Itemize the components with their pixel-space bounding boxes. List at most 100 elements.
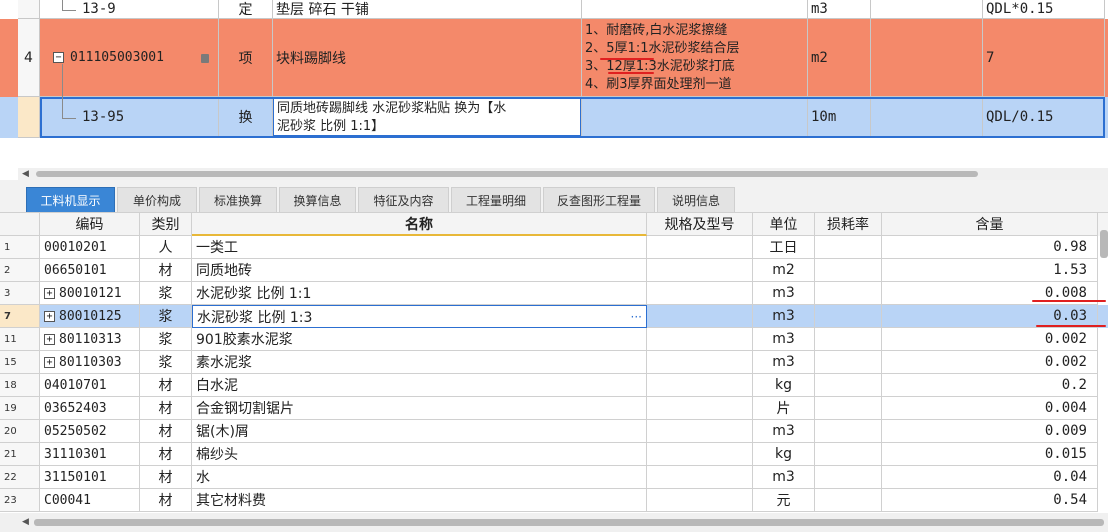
- amount-cell[interactable]: 1.53: [882, 259, 1098, 282]
- code-cell[interactable]: C00041: [40, 489, 140, 512]
- amount-cell[interactable]: 0.009: [882, 420, 1098, 443]
- row-number[interactable]: 15: [0, 351, 40, 374]
- name-cell[interactable]: 901胶素水泥浆: [192, 328, 647, 351]
- upper-horizontal-scrollbar[interactable]: ◀: [18, 168, 1108, 180]
- type-cell[interactable]: 材: [140, 420, 192, 443]
- code-cell[interactable]: +80110303: [40, 351, 140, 374]
- unit-cell[interactable]: 10m: [808, 97, 871, 138]
- blank-cell[interactable]: [871, 0, 983, 19]
- tab-quantity-details[interactable]: 工程量明细: [451, 187, 541, 212]
- loss-cell[interactable]: [815, 420, 882, 443]
- row-number[interactable]: 1: [0, 236, 40, 259]
- header-loss[interactable]: 损耗率: [815, 213, 882, 236]
- type-cell[interactable]: 材: [140, 374, 192, 397]
- expand-icon[interactable]: +: [44, 287, 55, 299]
- code-cell[interactable]: − 011105003001: [40, 19, 219, 97]
- spec-cell[interactable]: [647, 236, 753, 259]
- type-cell[interactable]: 材: [140, 443, 192, 466]
- unit-cell[interactable]: m3: [753, 305, 815, 328]
- name-cell[interactable]: 一类工: [192, 236, 647, 259]
- row-number[interactable]: 21: [0, 443, 40, 466]
- blank-cell[interactable]: [871, 97, 983, 138]
- type-cell[interactable]: 定: [219, 0, 273, 19]
- tab-labor-material[interactable]: 工料机显示: [26, 187, 115, 212]
- table-row[interactable]: 19 03652403 材 合金钢切割锯片 片 0.004: [0, 397, 1108, 420]
- amount-cell[interactable]: 0.98: [882, 236, 1098, 259]
- table-row[interactable]: 2 06650101 材 同质地砖 m2 1.53: [0, 259, 1108, 282]
- amount-cell[interactable]: 0.002: [882, 351, 1098, 374]
- spec-cell[interactable]: [647, 328, 753, 351]
- spec-cell[interactable]: [647, 351, 753, 374]
- unit-cell[interactable]: kg: [753, 374, 815, 397]
- loss-cell[interactable]: [815, 351, 882, 374]
- table-row[interactable]: 1 00010201 人 一类工 工日 0.98: [0, 236, 1108, 259]
- row-number[interactable]: 4: [18, 19, 40, 97]
- loss-cell[interactable]: [815, 466, 882, 489]
- type-cell[interactable]: 人: [140, 236, 192, 259]
- name-cell[interactable]: 块料踢脚线: [273, 19, 582, 97]
- header-code[interactable]: 编码: [40, 213, 140, 236]
- name-cell[interactable]: 锯(木)屑: [192, 420, 647, 443]
- amount-cell[interactable]: 0.002: [882, 328, 1098, 351]
- type-cell[interactable]: 浆: [140, 328, 192, 351]
- tab-standard-conversion[interactable]: 标准换算: [199, 187, 277, 212]
- type-cell[interactable]: 浆: [140, 282, 192, 305]
- tab-features[interactable]: 特征及内容: [358, 187, 449, 212]
- type-cell[interactable]: 浆: [140, 305, 192, 328]
- loss-cell[interactable]: [815, 443, 882, 466]
- spec-cell[interactable]: [647, 443, 753, 466]
- loss-cell[interactable]: [815, 236, 882, 259]
- tab-notes[interactable]: 说明信息: [657, 187, 735, 212]
- spec-cell[interactable]: [647, 282, 753, 305]
- amount-cell[interactable]: 0.015: [882, 443, 1098, 466]
- unit-cell[interactable]: m2: [753, 259, 815, 282]
- tab-reverse-lookup[interactable]: 反查图形工程量: [543, 187, 655, 212]
- scrollbar-thumb[interactable]: [34, 519, 1104, 526]
- spec-cell[interactable]: [647, 374, 753, 397]
- qty-expr-cell[interactable]: QDL/0.15: [983, 97, 1105, 138]
- name-cell[interactable]: 同质地砖踢脚线 水泥砂浆粘贴 换为【水 泥砂浆 比例 1:1】: [273, 97, 582, 138]
- table-row[interactable]: 18 04010701 材 白水泥 kg 0.2: [0, 374, 1108, 397]
- unit-cell[interactable]: 片: [753, 397, 815, 420]
- header-amount[interactable]: 含量: [882, 213, 1098, 236]
- name-cell[interactable]: 水泥砂浆 比例 1:1: [192, 282, 647, 305]
- type-cell[interactable]: 项: [219, 19, 273, 97]
- row-number[interactable]: 2: [0, 259, 40, 282]
- name-editor[interactable]: 同质地砖踢脚线 水泥砂浆粘贴 换为【水 泥砂浆 比例 1:1】: [273, 98, 581, 136]
- feature-cell[interactable]: [582, 97, 808, 138]
- code-cell[interactable]: 31110301: [40, 443, 140, 466]
- vertical-scrollbar-thumb[interactable]: [1100, 230, 1108, 258]
- unit-cell[interactable]: m3: [753, 420, 815, 443]
- table-row-main[interactable]: 4 − 011105003001 项 块料踢脚线 1、耐磨砖,白水泥浆擦缝 2、…: [0, 19, 1108, 97]
- name-cell[interactable]: 水泥砂浆 比例 1:3 ···: [192, 305, 647, 328]
- row-number[interactable]: 23: [0, 489, 40, 512]
- row-number[interactable]: 19: [0, 397, 40, 420]
- scrollbar-thumb[interactable]: [36, 171, 978, 177]
- amount-cell[interactable]: 0.54: [882, 489, 1098, 512]
- table-row[interactable]: 15 +80110303 浆 素水泥浆 m3 0.002: [0, 351, 1108, 374]
- code-cell[interactable]: 03652403: [40, 397, 140, 420]
- unit-cell[interactable]: m3: [753, 351, 815, 374]
- scroll-left-icon[interactable]: ◀: [22, 169, 29, 179]
- qty-expr-cell[interactable]: 7: [983, 19, 1105, 97]
- type-cell[interactable]: 浆: [140, 351, 192, 374]
- code-cell[interactable]: 06650101: [40, 259, 140, 282]
- row-number[interactable]: 20: [0, 420, 40, 443]
- row-number[interactable]: 3: [0, 282, 40, 305]
- blank-cell[interactable]: [871, 19, 983, 97]
- name-cell[interactable]: 合金钢切割锯片: [192, 397, 647, 420]
- more-options-icon[interactable]: ···: [631, 310, 642, 324]
- loss-cell[interactable]: [815, 305, 882, 328]
- name-cell[interactable]: 白水泥: [192, 374, 647, 397]
- table-row[interactable]: 23 C00041 材 其它材料费 元 0.54: [0, 489, 1108, 512]
- name-cell[interactable]: 水: [192, 466, 647, 489]
- code-cell[interactable]: +80110313: [40, 328, 140, 351]
- header-spec[interactable]: 规格及型号: [647, 213, 753, 236]
- feature-cell[interactable]: [582, 0, 808, 19]
- row-number[interactable]: 11: [0, 328, 40, 351]
- row-number[interactable]: 22: [0, 466, 40, 489]
- name-cell[interactable]: 同质地砖: [192, 259, 647, 282]
- unit-cell[interactable]: m2: [808, 19, 871, 97]
- name-cell[interactable]: 其它材料费: [192, 489, 647, 512]
- loss-cell[interactable]: [815, 282, 882, 305]
